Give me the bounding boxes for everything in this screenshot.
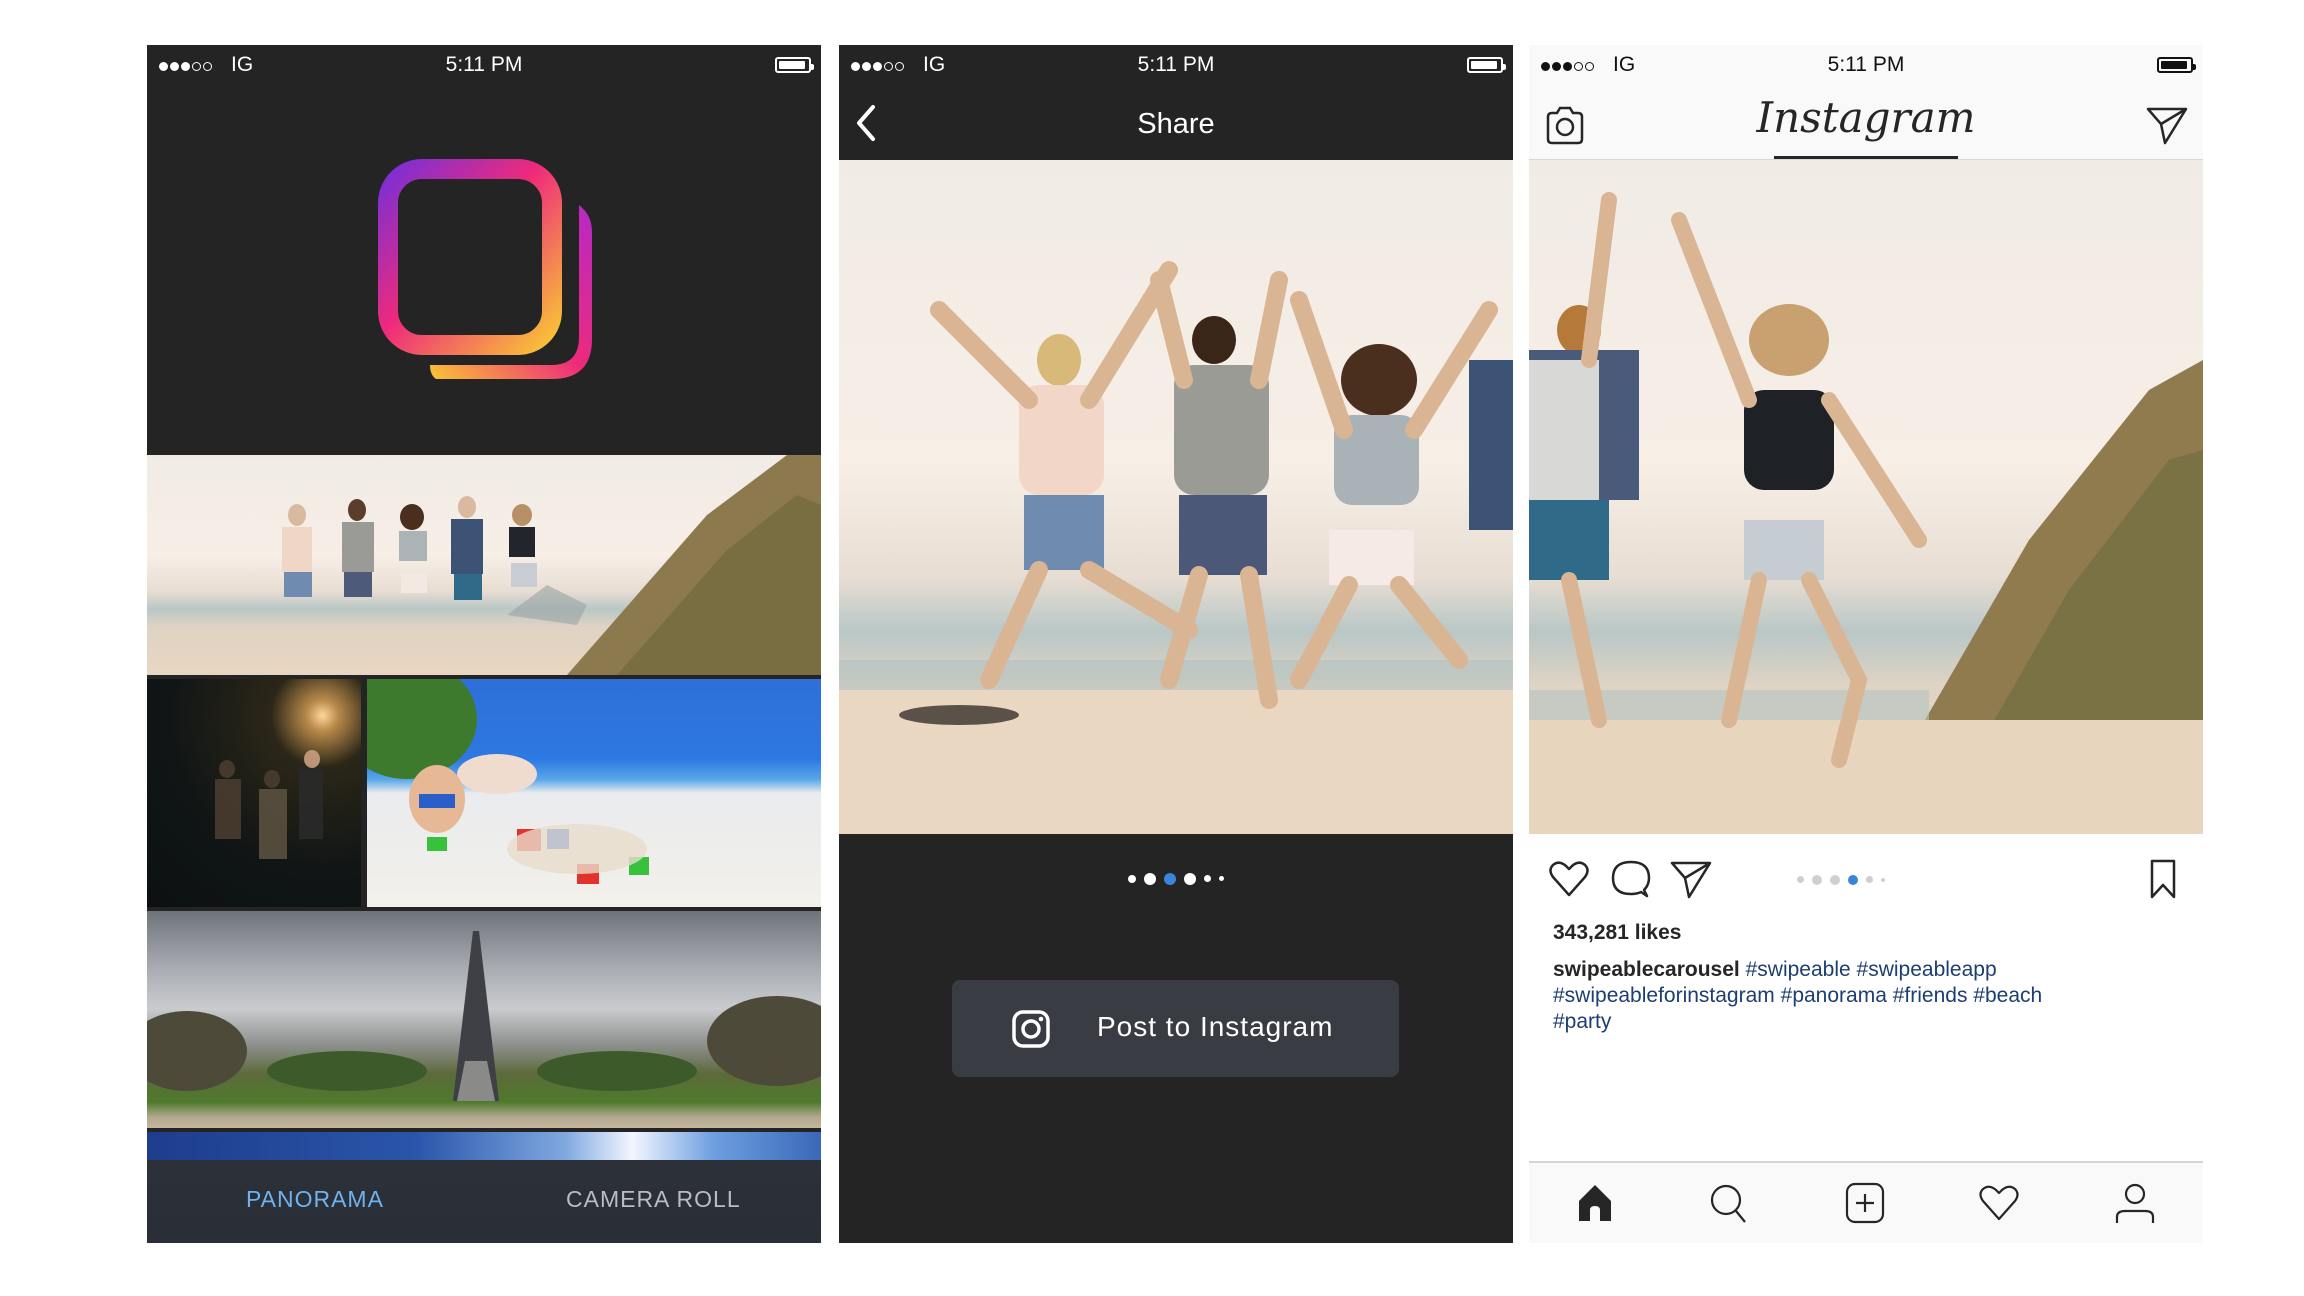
source-tab-bar: PANORAMA CAMERA ROLL	[147, 1160, 821, 1243]
search-icon[interactable]	[1707, 1181, 1751, 1225]
tab-panorama[interactable]: PANORAMA	[246, 1186, 384, 1213]
status-bar: IG 5:11 PM	[1529, 45, 2203, 85]
hashtag[interactable]: #swipeableapp	[1857, 958, 1997, 981]
profile-icon[interactable]	[2113, 1181, 2157, 1225]
swipeable-logo-icon	[378, 159, 592, 379]
photo-beach-jump[interactable]	[147, 455, 821, 675]
tab-camera-roll[interactable]: CAMERA ROLL	[566, 1186, 741, 1213]
picker-screen: IG 5:11 PM PANORAMA CAMERA ROLL	[147, 45, 821, 1243]
bottom-tab-bar	[1529, 1161, 2203, 1243]
wordmark-underline	[1774, 156, 1958, 159]
battery-icon	[2157, 57, 2196, 73]
photo-strip-preview	[147, 1132, 821, 1160]
instagram-icon	[1012, 1010, 1050, 1048]
hashtag[interactable]: #beach	[1973, 984, 2042, 1007]
hashtag[interactable]: #panorama	[1781, 984, 1887, 1007]
nav-bar: Share	[839, 85, 1513, 159]
battery-icon	[1467, 57, 1506, 73]
bookmark-icon[interactable]	[2141, 857, 2185, 901]
instagram-feed-screen: IG 5:11 PM Instagram 343,281 likes swipe…	[1529, 45, 2203, 1243]
direct-message-icon[interactable]	[2145, 103, 2189, 147]
photo-kid-sandcastle[interactable]	[367, 679, 821, 907]
clock: 5:11 PM	[1827, 53, 1905, 76]
instagram-wordmark: Instagram	[1756, 93, 1976, 142]
post-actions	[1529, 851, 2203, 907]
status-bar: IG 5:11 PM	[839, 45, 1513, 85]
clock: 5:11 PM	[1137, 53, 1215, 76]
instagram-header: Instagram	[1529, 85, 2203, 160]
hashtag[interactable]: #party	[1553, 1010, 1611, 1033]
page-title: Share	[1137, 108, 1215, 140]
likes-count: 343,281 likes	[1553, 921, 1682, 944]
post-button-label: Post to Instagram	[1097, 1011, 1334, 1042]
carousel-page-indicator	[1529, 871, 2203, 889]
clock: 5:11 PM	[445, 53, 523, 76]
carousel-photo[interactable]	[839, 160, 1513, 834]
post-to-instagram-button[interactable]: Post to Instagram	[952, 980, 1399, 1077]
carousel-page-indicator	[839, 870, 1513, 888]
caption-username[interactable]: swipeablecarousel	[1553, 958, 1740, 981]
feed-post-photo[interactable]	[1529, 160, 2203, 834]
hashtag[interactable]: #swipeableforinstagram	[1553, 984, 1775, 1007]
activity-heart-icon[interactable]	[1977, 1181, 2021, 1225]
battery-icon	[775, 57, 814, 73]
hashtag[interactable]: #friends	[1893, 984, 1968, 1007]
add-post-icon[interactable]	[1843, 1181, 1887, 1225]
status-bar: IG 5:11 PM	[147, 45, 821, 85]
photo-eiffel-panorama[interactable]	[147, 911, 821, 1128]
share-screen: IG 5:11 PM Share Post to Instagram	[839, 45, 1513, 1243]
post-caption: swipeablecarousel #swipeable #swipeablea…	[1553, 957, 2173, 1035]
home-icon[interactable]	[1573, 1181, 1617, 1225]
hashtag[interactable]: #swipeable	[1746, 958, 1851, 981]
photo-night-party[interactable]	[147, 679, 361, 907]
